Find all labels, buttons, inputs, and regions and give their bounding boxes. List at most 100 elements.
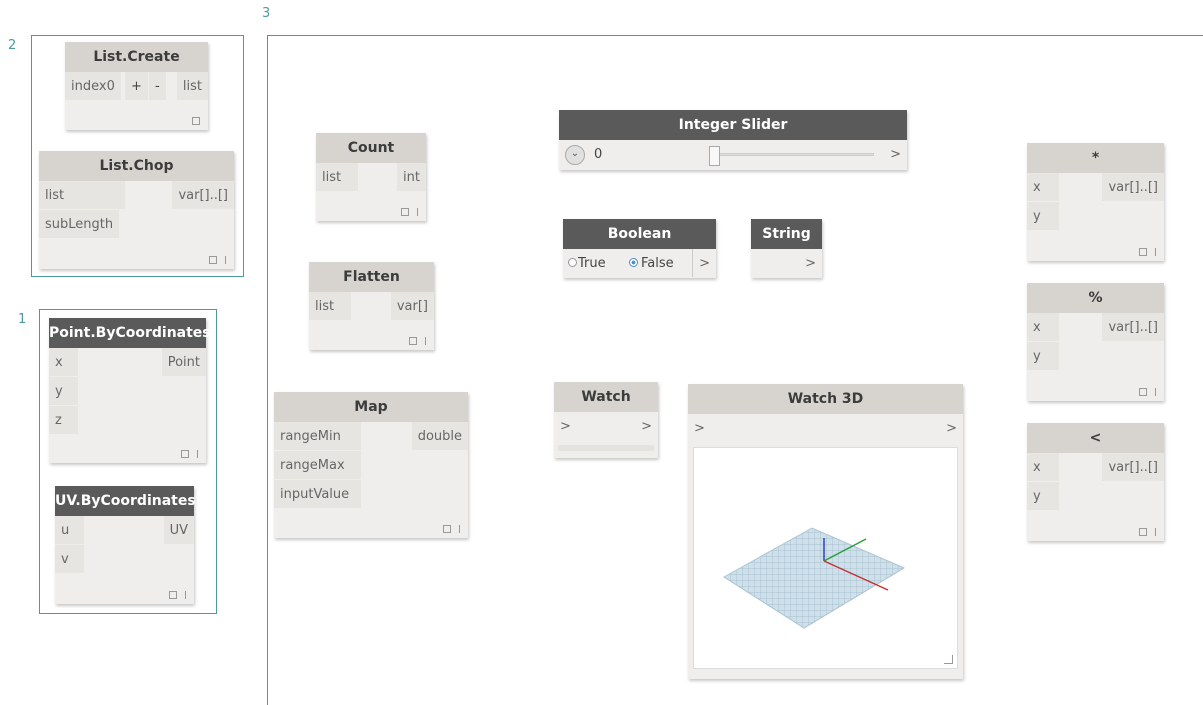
radio-true-label[interactable]: True: [578, 249, 606, 278]
input-port-y[interactable]: y: [1027, 482, 1059, 510]
bar-icon: [1155, 248, 1156, 256]
output-port[interactable]: >: [692, 249, 716, 277]
input-port-list[interactable]: list: [39, 181, 125, 209]
input-port-x[interactable]: x: [1027, 453, 1059, 481]
node-point-by-coordinates[interactable]: Point.ByCoordinates x Point y z: [49, 318, 211, 463]
watch-display: [558, 445, 654, 451]
input-port-z[interactable]: z: [49, 406, 78, 434]
node-footer: [1139, 248, 1156, 256]
node-multiply[interactable]: * x var[]..[] y: [1027, 143, 1164, 261]
bar-icon: [1155, 528, 1156, 536]
node-title: Map: [274, 392, 468, 422]
node-footer: [409, 337, 426, 345]
node-title: List.Create: [65, 42, 208, 72]
square-icon: [1139, 388, 1147, 396]
node-footer: [443, 525, 460, 533]
radio-false[interactable]: [629, 258, 638, 267]
node-footer: [192, 117, 200, 125]
chevron-down-icon[interactable]: ⌄: [565, 145, 585, 165]
bar-icon: [225, 256, 226, 264]
input-port-y[interactable]: y: [49, 377, 78, 405]
input-port-y[interactable]: y: [1027, 342, 1059, 370]
node-modulo[interactable]: % x var[]..[] y: [1027, 283, 1164, 401]
node-watch[interactable]: Watch > >: [554, 382, 658, 458]
node-title: String: [751, 219, 822, 249]
node-title: Boolean: [563, 219, 716, 249]
node-title: List.Chop: [39, 151, 234, 181]
input-port-u[interactable]: u: [55, 516, 84, 544]
slider-thumb[interactable]: [709, 146, 720, 166]
radio-true[interactable]: [568, 258, 577, 267]
radio-false-label[interactable]: False: [641, 249, 674, 278]
square-icon: [401, 208, 409, 216]
input-port-v[interactable]: v: [55, 545, 84, 573]
node-count[interactable]: Count list int: [316, 133, 426, 221]
output-port-var[interactable]: var[]..[]: [172, 181, 234, 209]
node-watch-3d[interactable]: Watch 3D > >: [688, 384, 963, 679]
node-title: Flatten: [309, 262, 434, 292]
input-port-sublength[interactable]: subLength: [39, 210, 120, 238]
resize-grip-icon[interactable]: [944, 655, 953, 664]
bar-icon: [417, 208, 418, 216]
slider-track[interactable]: [709, 153, 874, 156]
input-port-index0[interactable]: index0: [65, 72, 121, 100]
input-port-inputvalue[interactable]: inputValue: [274, 480, 361, 508]
output-port-double[interactable]: double: [411, 422, 468, 450]
node-map[interactable]: Map rangeMin double rangeMax inputValue: [274, 392, 468, 538]
bar-icon: [185, 591, 186, 599]
output-port-var[interactable]: var[]..[]: [1102, 313, 1164, 341]
output-port[interactable]: >: [884, 140, 907, 168]
node-title: Integer Slider: [559, 110, 907, 140]
bar-icon: [197, 450, 198, 458]
output-port-point[interactable]: Point: [161, 348, 206, 376]
square-icon: [181, 450, 189, 458]
group-label-2: 2: [8, 38, 17, 53]
node-footer: [209, 256, 226, 264]
node-list-create[interactable]: List.Create index0 + - list: [65, 42, 208, 130]
node-footer: [169, 591, 186, 599]
square-icon: [209, 256, 217, 264]
input-port[interactable]: >: [554, 412, 577, 440]
node-footer: [1139, 388, 1156, 396]
input-port-x[interactable]: x: [1027, 313, 1059, 341]
node-title: <: [1027, 423, 1164, 453]
output-port[interactable]: >: [940, 414, 963, 442]
input-port-x[interactable]: x: [1027, 173, 1059, 201]
output-port-list[interactable]: list: [176, 72, 208, 100]
square-icon: [443, 525, 451, 533]
square-icon: [192, 117, 200, 125]
node-uv-by-coordinates[interactable]: UV.ByCoordinates u UV v: [55, 486, 196, 604]
input-port[interactable]: >: [688, 414, 711, 442]
slider-value[interactable]: 0: [594, 140, 602, 169]
output-port[interactable]: >: [799, 249, 822, 277]
node-boolean[interactable]: Boolean True False >: [563, 219, 716, 278]
3d-viewport[interactable]: [693, 447, 958, 669]
node-flatten[interactable]: Flatten list var[]: [309, 262, 434, 350]
input-port-list[interactable]: list: [316, 163, 358, 191]
node-integer-slider[interactable]: Integer Slider ⌄ 0 >: [559, 110, 907, 170]
node-title: Point.ByCoordinates: [49, 318, 211, 348]
output-port-var[interactable]: var[]: [390, 292, 434, 320]
output-port-int[interactable]: int: [397, 163, 426, 191]
input-port-rangemax[interactable]: rangeMax: [274, 451, 361, 479]
input-port-list[interactable]: list: [309, 292, 351, 320]
output-port-uv[interactable]: UV: [163, 516, 194, 544]
node-string[interactable]: String >: [751, 219, 822, 278]
input-port-y[interactable]: y: [1027, 202, 1059, 230]
output-port[interactable]: >: [635, 412, 658, 440]
input-port-x[interactable]: x: [49, 348, 78, 376]
square-icon: [1139, 248, 1147, 256]
node-footer: [401, 208, 418, 216]
add-input-button[interactable]: +: [125, 72, 148, 100]
node-list-chop[interactable]: List.Chop list var[]..[] subLength: [39, 151, 234, 269]
square-icon: [1139, 528, 1147, 536]
output-port-var[interactable]: var[]..[]: [1102, 453, 1164, 481]
bar-icon: [425, 337, 426, 345]
input-port-rangemin[interactable]: rangeMin: [274, 422, 361, 450]
output-port-var[interactable]: var[]..[]: [1102, 173, 1164, 201]
node-less-than[interactable]: < x var[]..[] y: [1027, 423, 1164, 541]
square-icon: [169, 591, 177, 599]
node-title: Watch: [554, 382, 658, 412]
remove-input-button[interactable]: -: [149, 72, 166, 100]
bar-icon: [1155, 388, 1156, 396]
